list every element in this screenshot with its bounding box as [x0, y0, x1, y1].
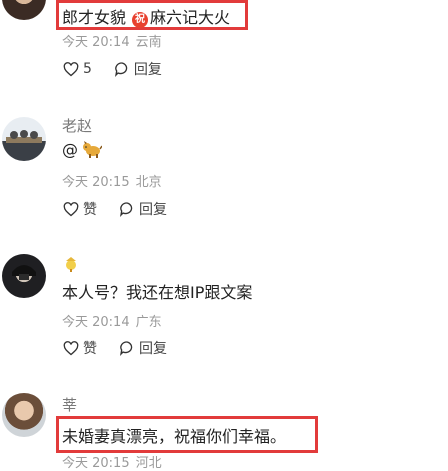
avatar-image — [6, 130, 42, 143]
reply-label: 回复 — [133, 62, 162, 78]
comment-location: 广东 — [135, 315, 162, 330]
like-label: 赞 — [83, 202, 97, 218]
reply-label: 回复 — [139, 202, 167, 218]
chick-emoji — [66, 257, 76, 272]
heart-icon — [63, 61, 79, 76]
comment-text-part: 麻六记大火 — [150, 8, 231, 27]
comment-location: 北京 — [135, 175, 162, 190]
comment-meta: 今天 20:15 北京 — [62, 171, 162, 190]
reply-button[interactable]: 回复 — [119, 338, 167, 358]
mention-symbol: @ — [62, 140, 78, 159]
commenter-name[interactable]: 莘 — [62, 394, 77, 415]
comment-text: 本人号？我还在想IP跟文案 — [62, 283, 253, 302]
dog-emoji — [83, 141, 102, 158]
reply-label: 回复 — [139, 341, 167, 357]
avatar[interactable] — [2, 393, 46, 437]
comment-meta: 今天 20:15 河北 — [62, 452, 162, 471]
avatar[interactable] — [2, 117, 46, 161]
comment-time: 今天 20:15 — [62, 456, 130, 471]
comment-actions: 赞 回复 — [63, 338, 167, 358]
reply-button[interactable]: 回复 — [119, 199, 167, 219]
comment-meta: 今天 20:14 云南 — [62, 31, 162, 50]
comment-time: 今天 20:14 — [62, 35, 130, 50]
like-count: 5 — [83, 61, 92, 77]
avatar[interactable] — [2, 254, 46, 298]
comment-text-part: 郎才女貌 — [62, 8, 127, 27]
heart-icon — [63, 340, 79, 355]
like-label: 赞 — [83, 341, 97, 357]
comment-location: 河北 — [135, 456, 162, 471]
comment-bubble-icon — [120, 202, 133, 217]
like-button[interactable]: 赞 — [63, 338, 97, 358]
comment-text: 未婚妻真漂亮，祝福你们幸福。 — [62, 427, 287, 446]
comment-text: 郎才女貌祝麻六记大火 — [62, 4, 230, 28]
comment-bubble-icon — [114, 62, 128, 77]
like-button[interactable]: 5 — [63, 61, 92, 77]
comment-actions: 5 回复 — [63, 59, 162, 79]
comment-actions: 赞 回复 — [63, 199, 167, 219]
comment-bubble-icon — [120, 341, 133, 356]
heart-icon — [63, 201, 79, 216]
like-button[interactable]: 赞 — [63, 199, 97, 219]
avatar-image — [12, 265, 36, 280]
comment-text: @ — [62, 140, 102, 159]
reply-button[interactable]: 回复 — [114, 59, 162, 79]
commenter-name[interactable]: 老赵 — [62, 115, 92, 136]
congrats-badge-icon: 祝 — [132, 12, 149, 28]
comment-location: 云南 — [135, 35, 162, 50]
comment-meta: 今天 20:14 广东 — [62, 311, 162, 330]
avatar[interactable] — [2, 0, 46, 20]
comment-time: 今天 20:14 — [62, 315, 130, 330]
comment-time: 今天 20:15 — [62, 175, 130, 190]
